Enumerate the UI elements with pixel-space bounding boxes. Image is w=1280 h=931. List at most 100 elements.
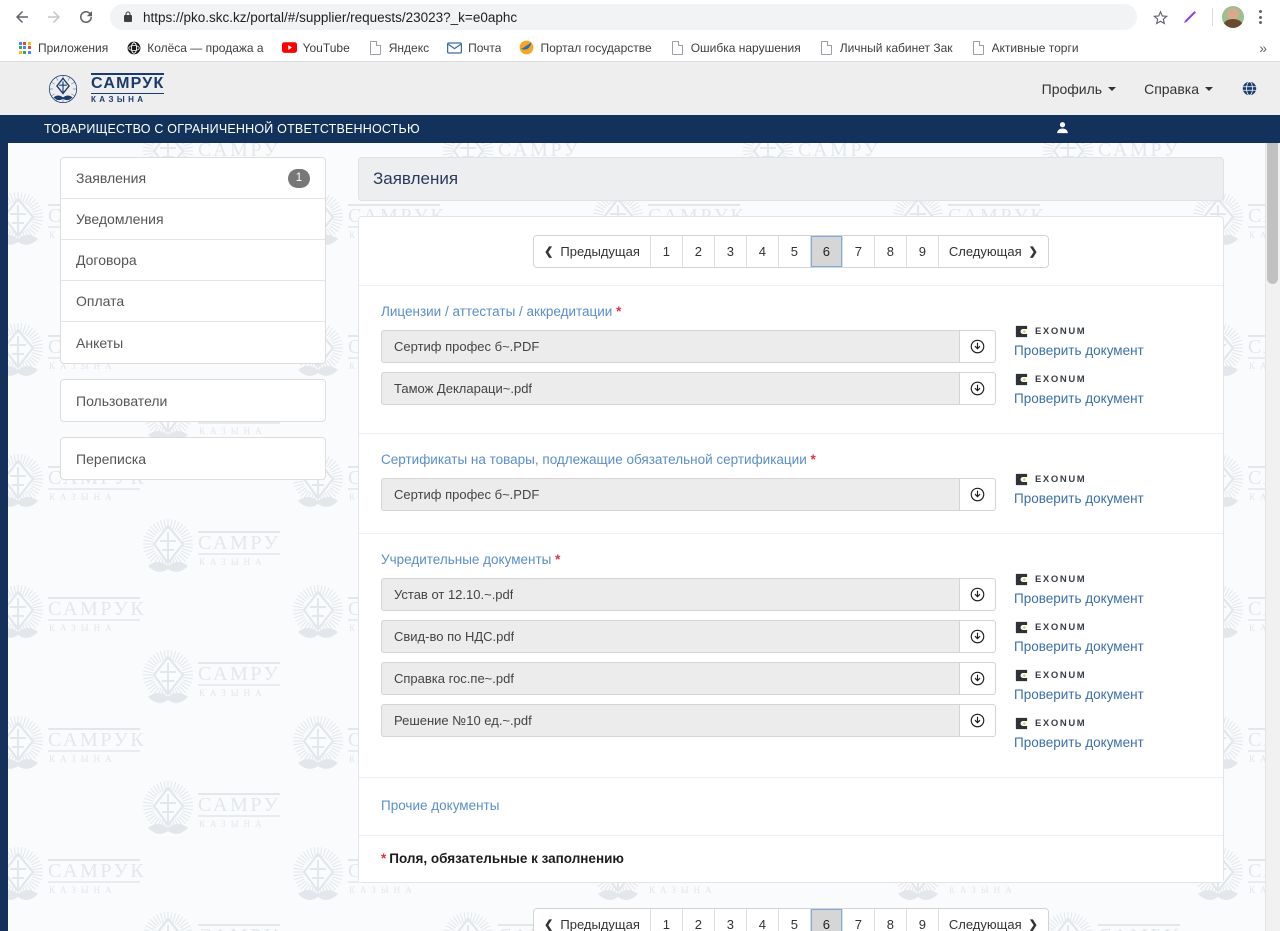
pagination-prev-button[interactable]: ❮ Предыдущая xyxy=(534,909,651,931)
verify-document-link[interactable]: Проверить документ xyxy=(1014,341,1201,360)
nav-profile[interactable]: Профиль xyxy=(1042,81,1116,97)
bookmark-star-button[interactable] xyxy=(1147,4,1173,30)
file-name-field[interactable]: Справка гос.пе~.pdf xyxy=(381,662,960,695)
bookmarks-overflow-button[interactable]: » xyxy=(1259,40,1271,56)
exonum-icon xyxy=(1014,668,1029,683)
sidebar-item-label: Переписка xyxy=(76,451,146,467)
browser-toolbar: https://pko.skc.kz/portal/#/supplier/req… xyxy=(0,0,1280,34)
pagination-page-7[interactable]: 7 xyxy=(843,909,875,931)
pagination-page-2[interactable]: 2 xyxy=(683,909,715,931)
pagination-next-button[interactable]: Следующая ❯ xyxy=(939,236,1048,267)
bookmark-egov[interactable]: Портал государстве xyxy=(511,37,659,58)
verify-document-link[interactable]: Проверить документ xyxy=(1014,733,1201,752)
file-name-field[interactable]: Свид-во по НДС.pdf xyxy=(381,620,960,653)
star-icon xyxy=(1152,9,1169,26)
pagination-page-8[interactable]: 8 xyxy=(875,909,907,931)
pagination-page-4[interactable]: 4 xyxy=(747,236,779,267)
file-name-field[interactable]: Сертиф профес б~.PDF xyxy=(381,330,960,363)
bookmark-youtube[interactable]: YouTube xyxy=(274,37,358,58)
sidebar-item-zayavleniya[interactable]: Заявления 1 xyxy=(61,158,325,199)
verify-document-link[interactable]: Проверить документ xyxy=(1014,389,1201,408)
exonum-verify-block: EXONUM Проверить документ xyxy=(1014,371,1201,408)
pagination-page-7[interactable]: 7 xyxy=(843,236,875,267)
language-switcher[interactable] xyxy=(1241,80,1258,97)
pagination-page-9[interactable]: 9 xyxy=(907,909,939,931)
file-row: Справка гос.пе~.pdf xyxy=(381,662,996,695)
sidebar-item-label: Пользователи xyxy=(76,393,167,409)
exonum-wordmark: EXONUM xyxy=(1035,474,1086,485)
sidebar-item-perepiska[interactable]: Переписка xyxy=(61,438,325,479)
bookmark-oshibka[interactable]: Ошибка нарушения xyxy=(662,37,809,58)
url-text: https://pko.skc.kz/portal/#/supplier/req… xyxy=(143,10,517,25)
bookmark-yandex[interactable]: Яндекс xyxy=(360,37,437,58)
mail-favicon xyxy=(447,40,462,55)
download-button[interactable] xyxy=(960,330,996,363)
bookmark-koleso[interactable]: Колёса — продажа а xyxy=(118,37,271,58)
verify-document-link[interactable]: Проверить документ xyxy=(1014,637,1201,656)
verification-column: EXONUM Проверить документ xyxy=(996,452,1201,519)
avatar[interactable] xyxy=(1222,6,1244,28)
required-asterisk: * xyxy=(555,552,560,567)
bookmark-lk-zakazchika[interactable]: Личный кабинет Зак xyxy=(811,37,961,58)
download-button[interactable] xyxy=(960,704,996,737)
sidebar-item-polzovateli[interactable]: Пользователи xyxy=(61,380,325,421)
download-button[interactable] xyxy=(960,662,996,695)
file-name-field[interactable]: Устав от 12.10.~.pdf xyxy=(381,578,960,611)
pagination-page-6[interactable]: 6 xyxy=(811,909,843,931)
chevron-down-icon xyxy=(1205,87,1213,91)
pagination-page-5[interactable]: 5 xyxy=(779,909,811,931)
pagination-page-2[interactable]: 2 xyxy=(683,236,715,267)
nav-help[interactable]: Справка xyxy=(1144,81,1213,97)
section-label-text: Лицензии / аттестаты / аккредитации xyxy=(381,304,612,319)
pagination-page-5[interactable]: 5 xyxy=(779,236,811,267)
forward-button[interactable] xyxy=(40,3,68,31)
pagination-next-button[interactable]: Следующая ❯ xyxy=(939,909,1048,931)
file-name-text: Решение №10 ед.~.pdf xyxy=(394,713,532,728)
sidebar-item-ankety[interactable]: Анкеты xyxy=(61,322,325,363)
bookmark-mail[interactable]: Почта xyxy=(439,37,509,58)
bookmark-aktivnye-torgi[interactable]: Активные торги xyxy=(963,37,1087,58)
page-title: Заявления xyxy=(373,169,458,189)
pagination-page-8[interactable]: 8 xyxy=(875,236,907,267)
bookmark-label: Личный кабинет Зак xyxy=(840,41,953,55)
browser-chrome: https://pko.skc.kz/portal/#/supplier/req… xyxy=(0,0,1280,62)
bookmark-apps[interactable]: Приложения xyxy=(9,37,116,58)
verify-document-link[interactable]: Проверить документ xyxy=(1014,685,1201,704)
user-person-icon[interactable] xyxy=(1055,120,1070,138)
pagination-page-9[interactable]: 9 xyxy=(907,236,939,267)
sidebar-item-oplata[interactable]: Оплата xyxy=(61,281,325,322)
pagination-page-1[interactable]: 1 xyxy=(651,909,683,931)
download-icon xyxy=(970,487,985,502)
pagination-prev-label: Предыдущая xyxy=(560,917,640,931)
download-button[interactable] xyxy=(960,372,996,405)
download-button[interactable] xyxy=(960,578,996,611)
pagination-prev-button[interactable]: ❮ Предыдущая xyxy=(534,236,651,267)
organization-title: ТОВАРИЩЕСТВО С ОГРАНИЧЕННОЙ ОТВЕТСТВЕННО… xyxy=(44,122,420,136)
pagination-page-6[interactable]: 6 xyxy=(811,236,843,267)
reload-button[interactable] xyxy=(72,3,100,31)
download-button[interactable] xyxy=(960,620,996,653)
pagination-page-4[interactable]: 4 xyxy=(747,909,779,931)
file-name-field[interactable]: Решение №10 ед.~.pdf xyxy=(381,704,960,737)
sidebar-group-messages: Переписка xyxy=(60,437,326,480)
file-name-field[interactable]: Тамож Деклараци~.pdf xyxy=(381,372,960,405)
brand-logo[interactable]: САМРУК КАЗЫНА xyxy=(44,70,164,108)
bottom-pagination-panel: ❮ Предыдущая 1 2 3 4 5 6 7 8 9 Следующ xyxy=(358,898,1224,931)
pagination-page-1[interactable]: 1 xyxy=(651,236,683,267)
sidebar-item-dogovora[interactable]: Договора xyxy=(61,240,325,281)
sidebar-item-uvedomleniya[interactable]: Уведомления xyxy=(61,199,325,240)
main-header: Заявления xyxy=(358,157,1224,201)
verify-document-link[interactable]: Проверить документ xyxy=(1014,589,1201,608)
pagination-page-3[interactable]: 3 xyxy=(715,236,747,267)
required-fields-text: Поля, обязательные к заполнению xyxy=(389,851,624,866)
pen-extension-button[interactable] xyxy=(1177,4,1203,30)
pagination-page-3[interactable]: 3 xyxy=(715,909,747,931)
download-button[interactable] xyxy=(960,478,996,511)
verify-document-link[interactable]: Проверить документ xyxy=(1014,489,1201,508)
back-button[interactable] xyxy=(8,3,36,31)
chrome-menu-button[interactable] xyxy=(1248,4,1272,30)
address-bar[interactable]: https://pko.skc.kz/portal/#/supplier/req… xyxy=(110,4,1137,30)
page-content: Заявления 1 Уведомления Договора Оплата … xyxy=(0,143,1280,931)
file-name-field[interactable]: Сертиф профес б~.PDF xyxy=(381,478,960,511)
status-badge: 1 xyxy=(288,169,310,188)
